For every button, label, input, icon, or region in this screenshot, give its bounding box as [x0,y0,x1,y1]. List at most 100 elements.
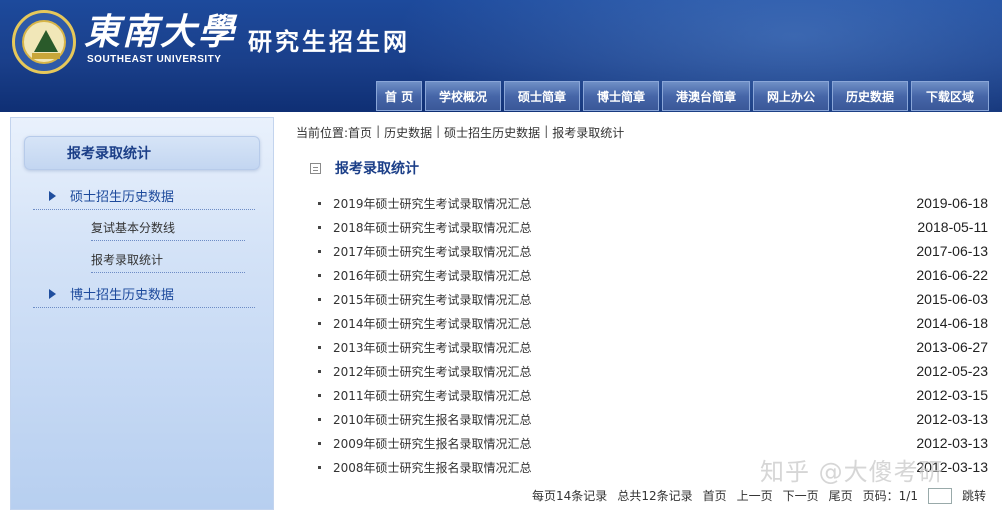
sidebar-item-label: 博士招生历史数据 [70,288,175,303]
record-date: 2012-05-23 [916,363,988,379]
bullet-icon [318,297,321,301]
sidebar-item-master-history[interactable]: 硕士招生历史数据 [33,182,255,210]
section-title-text: 报考录取统计 [335,161,419,177]
record-date: 2013-06-27 [916,339,988,355]
sidebar-subitem-admission-stats[interactable]: 报考录取统计 [91,247,245,273]
bullet-icon [318,273,321,277]
record-date: 2018-05-11 [917,219,988,235]
list-item: 2017年硕士研究生考试录取情况汇总 2017-06-13 [318,239,988,263]
breadcrumb-separator: | [436,124,441,138]
record-date: 2012-03-15 [916,387,988,403]
record-date: 2017-06-13 [916,243,988,259]
record-left: 2018年硕士研究生考试录取情况汇总 [318,219,532,236]
record-title-link[interactable]: 2018年硕士研究生考试录取情况汇总 [333,219,532,236]
record-title-link[interactable]: 2015年硕士研究生考试录取情况汇总 [333,291,532,308]
breadcrumb-home[interactable]: 首页 [348,124,372,141]
nav-doctor-brochure[interactable]: 博士简章 [583,81,659,111]
list-item: 2008年硕士研究生报名录取情况汇总 2012-03-13 [318,455,988,479]
triangle-right-icon [49,288,56,299]
nav-download[interactable]: 下载区域 [911,81,989,111]
breadcrumb-separator: | [544,124,549,138]
record-list: 2019年硕士研究生考试录取情况汇总 2019-06-18 2018年硕士研究生考试… [318,191,988,479]
record-left: 2011年硕士研究生考试录取情况汇总 [318,387,532,404]
record-left: 2015年硕士研究生考试录取情况汇总 [318,291,532,308]
triangle-right-icon [49,190,56,201]
list-item: 2009年硕士研究生报名录取情况汇总 2012-03-13 [318,431,988,455]
breadcrumb-current[interactable]: 报考录取统计 [552,124,624,141]
sidebar-item-label: 硕士招生历史数据 [70,190,175,205]
breadcrumb-history-data[interactable]: 历史数据 [384,124,432,141]
record-date: 2012-03-13 [916,435,988,451]
sidebar-item-doctor-history[interactable]: 博士招生历史数据 [33,280,255,308]
record-left: 2008年硕士研究生报名录取情况汇总 [318,459,532,476]
list-item: 2013年硕士研究生考试录取情况汇总 2013-06-27 [318,335,988,359]
page-number-input[interactable] [927,487,952,504]
list-item: 2012年硕士研究生考试录取情况汇总 2012-05-23 [318,359,988,383]
site-header: 東南大學 SOUTHEAST UNIVERSITY 研究生招生网 首 页 学校概… [0,0,1002,112]
bullet-icon [318,393,321,397]
bullet-icon [318,249,321,253]
record-title-link[interactable]: 2016年硕士研究生考试录取情况汇总 [333,267,532,284]
list-icon [310,162,321,174]
nav-home[interactable]: 首 页 [376,81,422,111]
record-date: 2012-03-13 [916,459,988,475]
prev-page-link[interactable]: 上一页 [737,487,773,504]
record-date: 2019-06-18 [916,195,988,211]
per-page-count: 每页14条记录 [532,489,608,503]
nav-school-overview[interactable]: 学校概况 [425,81,501,111]
record-title-link[interactable]: 2012年硕士研究生考试录取情况汇总 [333,363,532,380]
bullet-icon [318,225,321,229]
page-info: 页码：1/1 [862,489,918,503]
university-seal-icon[interactable] [12,10,76,74]
record-title-link[interactable]: 2009年硕士研究生报名录取情况汇总 [333,435,532,452]
university-logo-en[interactable]: SOUTHEAST UNIVERSITY [87,54,221,65]
nav-hk-macau-tw-brochure[interactable]: 港澳台简章 [662,81,750,111]
record-left: 2013年硕士研究生考试录取情况汇总 [318,339,532,356]
top-nav: 首 页 学校概况 硕士简章 博士简章 港澳台简章 网上办公 历史数据 下载区域 [376,81,989,111]
breadcrumb: 当前位置: 首页 | 历史数据 | 硕士招生历史数据 | 报考录取统计 [296,124,624,141]
record-title-link[interactable]: 2008年硕士研究生报名录取情况汇总 [333,459,532,476]
next-page-link[interactable]: 下一页 [783,487,819,504]
nav-online-office[interactable]: 网上办公 [753,81,829,111]
record-left: 2014年硕士研究生考试录取情况汇总 [318,315,532,332]
first-page-link[interactable]: 首页 [703,487,727,504]
record-left: 2019年硕士研究生考试录取情况汇总 [318,195,532,212]
record-left: 2016年硕士研究生考试录取情况汇总 [318,267,532,284]
bullet-icon [318,441,321,445]
record-left: 2017年硕士研究生考试录取情况汇总 [318,243,532,260]
list-item: 2010年硕士研究生报名录取情况汇总 2012-03-13 [318,407,988,431]
record-title-link[interactable]: 2011年硕士研究生考试录取情况汇总 [333,387,532,404]
bullet-icon [318,369,321,373]
record-left: 2012年硕士研究生考试录取情况汇总 [318,363,532,380]
record-date: 2014-06-18 [916,315,988,331]
record-title-link[interactable]: 2013年硕士研究生考试录取情况汇总 [333,339,532,356]
record-left: 2010年硕士研究生报名录取情况汇总 [318,411,532,428]
record-title-link[interactable]: 2010年硕士研究生报名录取情况汇总 [333,411,532,428]
last-page-link[interactable]: 尾页 [829,487,853,504]
list-item: 2019年硕士研究生考试录取情况汇总 2019-06-18 [318,191,988,215]
list-item: 2016年硕士研究生考试录取情况汇总 2016-06-22 [318,263,988,287]
sidebar: 报考录取统计 硕士招生历史数据 复试基本分数线 报考录取统计 博士招生历史数据 [10,117,274,510]
record-title-link[interactable]: 2014年硕士研究生考试录取情况汇总 [333,315,532,332]
record-date: 2016-06-22 [916,267,988,283]
list-item: 2015年硕士研究生考试录取情况汇总 2015-06-03 [318,287,988,311]
bullet-icon [318,465,321,469]
university-logo-cn[interactable]: 東南大學 [84,12,236,52]
bullet-icon [318,201,321,205]
breadcrumb-master-history[interactable]: 硕士招生历史数据 [444,124,540,141]
bullet-icon [318,321,321,325]
record-title-link[interactable]: 2019年硕士研究生考试录取情况汇总 [333,195,532,212]
list-item: 2014年硕士研究生考试录取情况汇总 2014-06-18 [318,311,988,335]
bullet-icon [318,417,321,421]
jump-button[interactable]: 跳转 [962,487,986,504]
breadcrumb-separator: | [376,124,381,138]
nav-master-brochure[interactable]: 硕士简章 [504,81,580,111]
nav-history-data[interactable]: 历史数据 [832,81,908,111]
record-date: 2012-03-13 [916,411,988,427]
sidebar-subitem-retest-score-line[interactable]: 复试基本分数线 [91,215,245,241]
record-title-link[interactable]: 2017年硕士研究生考试录取情况汇总 [333,243,532,260]
breadcrumb-prefix: 当前位置: [296,126,349,140]
section-title: 报考录取统计 [310,158,419,178]
sidebar-title: 报考录取统计 [24,136,260,170]
record-left: 2009年硕士研究生报名录取情况汇总 [318,435,532,452]
